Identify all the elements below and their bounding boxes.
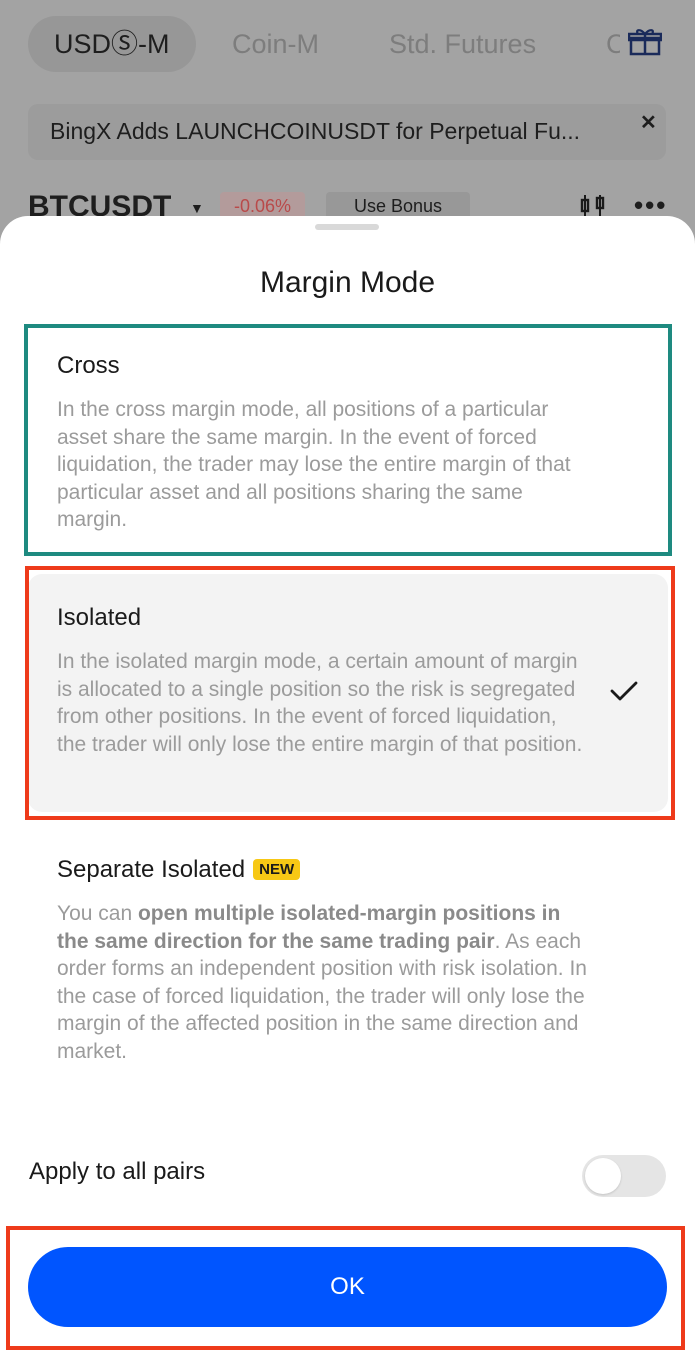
option-title-text: Separate Isolated	[57, 856, 246, 883]
margin-mode-sheet: Margin Mode Cross In the cross margin mo…	[0, 216, 695, 1350]
toggle-knob	[585, 1158, 621, 1194]
tab-partial[interactable]: C	[606, 16, 620, 72]
option-description: You can open multiple isolated-margin po…	[57, 900, 587, 1065]
sheet-title: Margin Mode	[259, 266, 436, 299]
tab-usds-m[interactable]: USDⓈ-M	[28, 16, 196, 72]
tab-coin-m[interactable]: Coin-M	[232, 16, 319, 72]
tab-std-futures[interactable]: Std. Futures	[389, 16, 536, 72]
close-icon[interactable]: ✕	[640, 110, 657, 135]
market-tabs: USDⓈ-M Coin-M Std. Futures C	[28, 16, 695, 72]
option-separate-isolated[interactable]: Separate Isolated NEW You can open multip…	[28, 838, 668, 1108]
option-title: Separate Isolated NEW	[57, 856, 301, 884]
announcement-text: BingX Adds LAUNCHCOINUSDT for Perpetual …	[50, 118, 581, 144]
drag-handle[interactable]	[315, 224, 379, 230]
apply-to-all-label: Apply to all pairs	[29, 1158, 206, 1185]
chevron-down-icon[interactable]: ▼	[190, 200, 204, 216]
highlight-frame-isolated	[25, 566, 675, 820]
new-badge: NEW	[253, 859, 301, 880]
highlight-frame-cross	[24, 324, 672, 556]
gift-icon[interactable]	[628, 28, 662, 56]
candlestick-chart-icon[interactable]	[580, 194, 606, 218]
announcement-banner[interactable]: BingX Adds LAUNCHCOINUSDT for Perpetual …	[28, 104, 666, 160]
apply-to-all-toggle[interactable]	[582, 1155, 666, 1197]
highlight-frame-ok	[6, 1226, 685, 1350]
description-part: You can	[57, 902, 138, 925]
